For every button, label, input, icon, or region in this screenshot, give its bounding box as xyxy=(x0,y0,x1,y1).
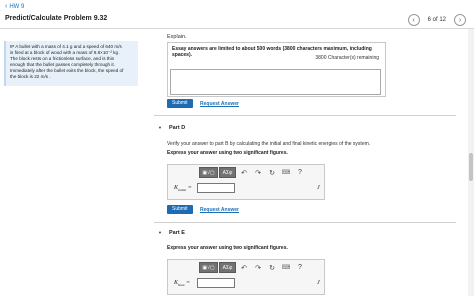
divider xyxy=(154,115,456,116)
chevron-right-icon: › xyxy=(458,16,462,24)
k-final-label: Kfinal = xyxy=(174,280,190,288)
explain-label: Explain. xyxy=(167,34,187,40)
undo-icon[interactable]: ↶ xyxy=(238,167,250,178)
problem-line: the block is 22 m/s . xyxy=(10,74,51,79)
previous-button[interactable]: ‹ xyxy=(407,14,420,26)
part-d-answer-panel: ▣√▢ ΑΣφ ↶ ↷ ↻ ⌨ ? Kinitial = J xyxy=(167,164,325,200)
essay-panel: Essay answers are limited to about 500 w… xyxy=(167,42,386,97)
pager: ‹ 6 of 12 › xyxy=(407,14,466,26)
greek-symbols-button[interactable]: ΑΣφ xyxy=(219,262,236,273)
part-e-answer-panel: ▣√▢ ΑΣφ ↶ ↷ ↻ ⌨ ? Kfinal = J xyxy=(167,259,325,295)
back-label: HW 9 xyxy=(9,4,25,10)
top-bar: ‹ HW 9 Predict/Calculate Problem 9.32 ‹ 6… xyxy=(0,0,474,29)
reset-icon[interactable]: ↻ xyxy=(266,262,278,273)
chevron-left-icon: ‹ xyxy=(5,3,8,10)
main-content: Explain. Essay answers are limited to ab… xyxy=(154,29,460,296)
collapse-triangle-icon: ▼ xyxy=(158,125,162,130)
request-answer-link[interactable]: Request Answer xyxy=(200,101,239,107)
part-d-instruction: Verify your answer to part B by calculat… xyxy=(167,141,371,147)
chevron-left-icon: ‹ xyxy=(412,16,415,24)
divider xyxy=(154,222,456,223)
unit-label: J xyxy=(317,185,320,191)
keyboard-icon[interactable]: ⌨ xyxy=(280,167,292,178)
page-counter: 6 of 12 xyxy=(427,17,446,23)
essay-textarea[interactable] xyxy=(170,69,381,95)
keyboard-icon[interactable]: ⌨ xyxy=(280,262,292,273)
math-toolbar: ▣√▢ ΑΣφ ↶ ↷ ↻ ⌨ ? xyxy=(199,167,306,178)
undo-icon[interactable]: ↶ xyxy=(238,262,250,273)
k-initial-input[interactable] xyxy=(197,183,235,193)
unit-label: J xyxy=(317,280,320,286)
page-title: Predict/Calculate Problem 9.32 xyxy=(5,15,108,22)
reset-icon[interactable]: ↻ xyxy=(266,167,278,178)
templates-button[interactable]: ▣√▢ xyxy=(199,167,218,178)
redo-icon[interactable]: ↷ xyxy=(252,262,264,273)
part-e-sig-figs: Express your answer using two significan… xyxy=(167,245,288,251)
part-d-title: Part D xyxy=(168,125,186,131)
part-e-title: Part E xyxy=(168,230,185,236)
back-link[interactable]: ‹ HW 9 xyxy=(5,3,24,10)
k-final-input[interactable] xyxy=(197,278,235,288)
part-d-header[interactable]: ▼ Part D xyxy=(158,125,185,131)
submit-button[interactable]: Submit xyxy=(167,99,193,108)
math-toolbar: ▣√▢ ΑΣφ ↶ ↷ ↻ ⌨ ? xyxy=(199,262,306,273)
part-e-header[interactable]: ▼ Part E xyxy=(158,230,185,236)
collapse-triangle-icon: ▼ xyxy=(158,230,162,235)
submit-button[interactable]: Submit xyxy=(167,205,193,214)
character-count: 3800 Character(s) remaining xyxy=(315,55,379,61)
request-answer-link[interactable]: Request Answer xyxy=(200,207,239,213)
next-button[interactable]: › xyxy=(454,14,466,26)
k-initial-label: Kinitial = xyxy=(174,185,192,193)
part-d-sig-figs: Express your answer using two significan… xyxy=(167,150,288,156)
greek-symbols-button[interactable]: ΑΣφ xyxy=(219,167,236,178)
problem-statement: IP A bullet with a mass of 4.1 g and a s… xyxy=(4,41,138,86)
templates-button[interactable]: ▣√▢ xyxy=(199,262,218,273)
help-icon[interactable]: ? xyxy=(294,262,306,273)
redo-icon[interactable]: ↷ xyxy=(252,167,264,178)
help-icon[interactable]: ? xyxy=(294,167,306,178)
scrollbar-thumb[interactable] xyxy=(469,153,473,181)
vertical-scrollbar[interactable] xyxy=(468,29,474,296)
